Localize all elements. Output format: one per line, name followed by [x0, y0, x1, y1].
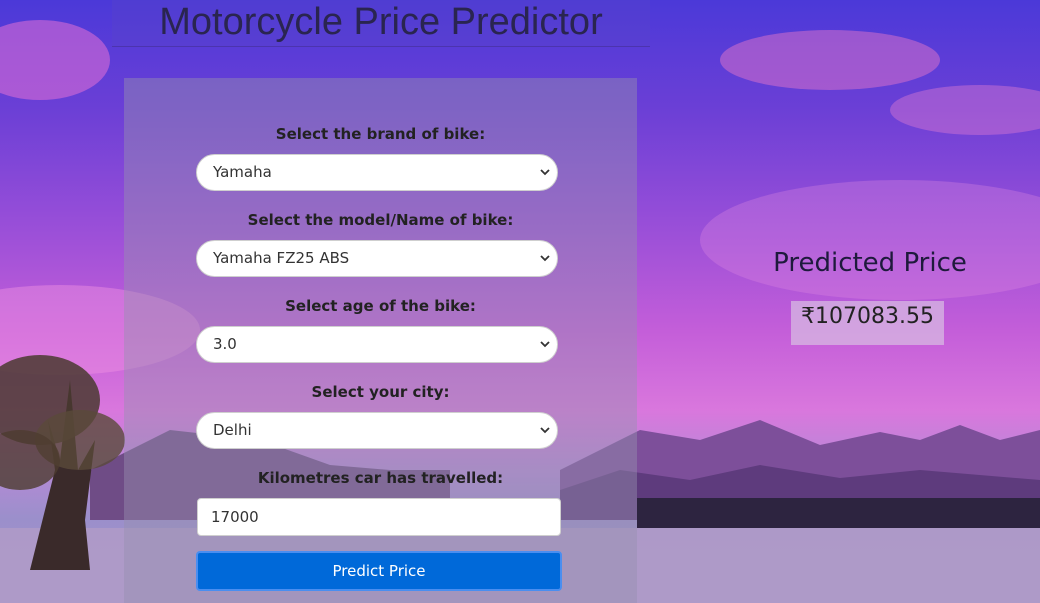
brand-label: Select the brand of bike:	[275, 125, 486, 143]
city-select-value: Delhi	[213, 421, 252, 439]
city-select[interactable]: Delhi	[196, 412, 558, 449]
model-select-value: Yamaha FZ25 ABS	[213, 249, 350, 267]
age-label: Select age of the bike:	[285, 297, 476, 315]
age-select-value: 3.0	[213, 335, 237, 353]
model-label: Select the model/Name of bike:	[247, 211, 514, 229]
model-select[interactable]: Yamaha FZ25 ABS	[196, 240, 558, 277]
chevron-down-icon	[540, 427, 550, 434]
predicted-price-heading: Predicted Price	[773, 248, 967, 278]
city-label: Select your city:	[311, 383, 450, 401]
predicted-price-value: ₹107083.55	[801, 304, 934, 329]
brand-select-value: Yamaha	[213, 163, 272, 181]
brand-select[interactable]: Yamaha	[196, 154, 558, 191]
chevron-down-icon	[540, 169, 550, 176]
kms-label: Kilometres car has travelled:	[257, 469, 504, 487]
age-select[interactable]: 3.0	[196, 326, 558, 363]
predict-price-button[interactable]: Predict Price	[196, 551, 562, 591]
kms-input-value: 17000	[211, 508, 259, 526]
chevron-down-icon	[540, 255, 550, 262]
page-title: Motorcycle Price Predictor	[159, 1, 603, 43]
chevron-down-icon	[540, 341, 550, 348]
kms-input[interactable]: 17000	[197, 498, 561, 536]
